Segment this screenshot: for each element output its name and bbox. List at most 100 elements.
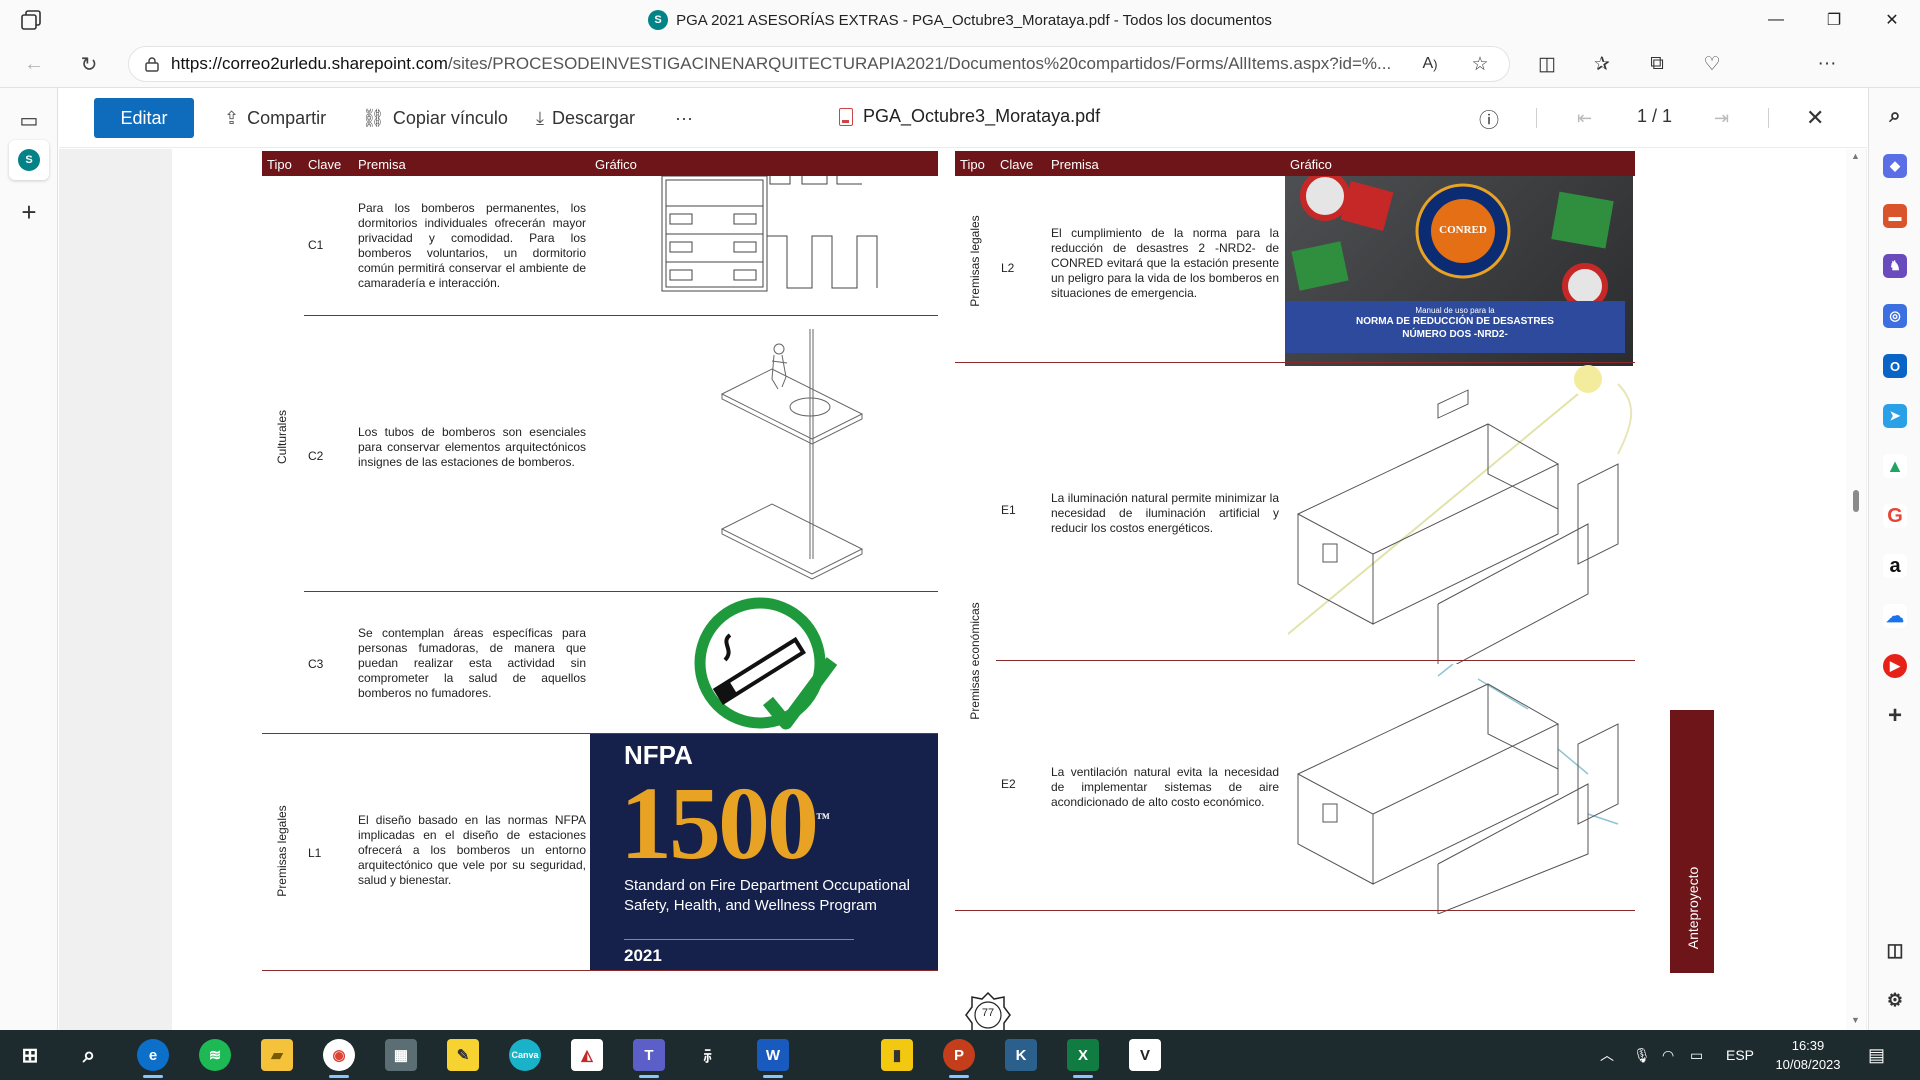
dormitory-plan-graphic — [652, 176, 892, 296]
outlook-icon[interactable]: O — [1883, 354, 1907, 378]
google-drive-icon[interactable]: ▲ — [1883, 454, 1907, 478]
anteproyecto-side-tab: Anteproyecto — [1670, 710, 1714, 973]
favorite-star-icon[interactable]: ☆ — [1466, 50, 1494, 78]
premisa-e2: La ventilación natural evita la necesida… — [1051, 765, 1279, 809]
battery-icon[interactable]: ▭ — [1690, 1030, 1703, 1080]
tools-icon[interactable]: ▬ — [1883, 204, 1907, 228]
start-windows-icon[interactable]: ⊞ — [14, 1039, 46, 1071]
v-app-icon[interactable]: V — [1129, 1039, 1161, 1071]
page-indicator: 1 / 1 — [1637, 106, 1673, 126]
back-button[interactable]: ← — [18, 48, 50, 80]
favorites-icon[interactable]: ✰ — [1588, 50, 1616, 78]
premisa-l2: El cumplimiento de la norma para la redu… — [1051, 226, 1279, 300]
new-tab-plus-icon[interactable]: + — [9, 192, 49, 232]
taskbar: ⊞ ⌕ e ≋ ▰ ◉ ▦ ✎ Canva ◭ T ⺬ W ▮ P K X V … — [0, 1030, 1920, 1080]
premisa-c1: Para los bomberos permanentes, los dormi… — [358, 201, 586, 290]
clave-e2: E2 — [1001, 777, 1016, 791]
clave-c1: C1 — [308, 238, 324, 252]
microphone-icon[interactable]: 🎙 — [1633, 1030, 1651, 1080]
download-icon: ⤓ — [536, 107, 544, 128]
url-path: /sites/PROCESODEINVESTIGACINENARQUITECTU… — [447, 54, 1392, 73]
excel-app-icon[interactable]: X — [1067, 1039, 1099, 1078]
calculator-app-icon[interactable]: ▦ — [385, 1039, 417, 1071]
sketchup-app-icon[interactable]: K — [1005, 1039, 1037, 1071]
document-area: Tipo Clave Premisa Gráfico C1 Para los b… — [59, 149, 1867, 1030]
send-icon[interactable]: ➤ — [1883, 404, 1907, 428]
chrome-app-icon[interactable]: ◉ — [323, 1039, 355, 1078]
office-icon[interactable]: ◎ — [1883, 304, 1907, 328]
url-host: https://correo2urledu.sharepoint.com — [171, 54, 448, 73]
sidebar-layout-icon[interactable]: ◫ — [1883, 938, 1907, 962]
tray-chevron-icon[interactable]: ︿ — [1600, 1030, 1614, 1080]
settings-more-icon[interactable]: ··· — [1813, 50, 1841, 78]
paint-app-icon[interactable]: ◭ — [571, 1039, 603, 1071]
browser-essentials-icon[interactable]: ♡ — [1698, 50, 1726, 78]
download-button[interactable]: ⤓ Descargar — [536, 106, 635, 130]
share-button[interactable]: ⇪ Compartir — [224, 106, 326, 130]
maximize-button[interactable]: ❐ — [1806, 0, 1862, 40]
collections-icon[interactable]: ⧉ — [1643, 50, 1671, 78]
sidebar-settings-icon[interactable]: ⚙ — [1883, 988, 1907, 1012]
clave-c2: C2 — [308, 449, 324, 463]
row-divider — [262, 970, 938, 971]
row-divider — [304, 591, 938, 592]
power-bi-icon[interactable]: ▮ — [881, 1039, 913, 1071]
sketch-app-icon[interactable]: ⺬ — [695, 1039, 727, 1071]
powerpoint-app-icon[interactable]: P — [943, 1039, 975, 1078]
premisa-e1: La iluminación natural permite minimizar… — [1051, 491, 1279, 535]
left-table-header: Tipo Clave Premisa Gráfico — [262, 151, 938, 176]
row-divider — [996, 660, 1635, 661]
page-number-badge: 77 — [964, 991, 1012, 1030]
first-page-icon[interactable]: ⇤ — [1577, 106, 1592, 130]
canva-app-icon[interactable]: Canva — [509, 1039, 541, 1071]
more-actions-button[interactable]: ··· — [675, 106, 693, 130]
search-icon[interactable]: ⌕ — [1883, 104, 1907, 128]
link-icon: ⛓ — [362, 107, 385, 128]
teams-app-icon[interactable]: T — [633, 1039, 665, 1078]
natural-lighting-graphic — [1288, 364, 1638, 664]
apple-app-icon[interactable] — [819, 1039, 851, 1071]
premisa-c3: Se contemplan áreas específicas para per… — [358, 626, 586, 700]
split-screen-icon[interactable]: ◫ — [1533, 50, 1561, 78]
row-divider — [304, 315, 938, 316]
title-bar: S PGA 2021 ASESORÍAS EXTRAS - PGA_Octubr… — [0, 0, 1920, 40]
vertical-scrollbar[interactable]: ▲ ▼ — [1846, 149, 1866, 1030]
read-aloud-icon[interactable]: A) — [1416, 50, 1444, 78]
edge-app-icon[interactable]: e — [137, 1039, 169, 1078]
fire-pole-graphic — [712, 329, 892, 599]
spotify-app-icon[interactable]: ≋ — [199, 1039, 231, 1071]
premisa-l1: El diseño basado en las normas NFPA impl… — [358, 813, 586, 887]
tab-panel-icon[interactable]: ▭ — [9, 100, 49, 140]
scroll-thumb[interactable] — [1853, 490, 1859, 512]
refresh-button[interactable]: ↻ — [73, 48, 105, 80]
last-page-icon[interactable]: ⇥ — [1714, 106, 1729, 130]
google-icon[interactable]: G — [1883, 504, 1907, 528]
youtube-icon[interactable]: ▶ — [1883, 654, 1907, 678]
close-viewer-button[interactable]: ✕ — [1806, 105, 1824, 130]
shopping-tag-icon[interactable]: ◆ — [1883, 154, 1907, 178]
sharepoint-tab-icon[interactable]: S — [9, 140, 49, 180]
info-icon[interactable]: ⓘ — [1479, 106, 1499, 132]
address-toolbar: ← ↻ https://correo2urledu.sharepoint.com… — [0, 40, 1920, 119]
amazon-icon[interactable]: a — [1883, 554, 1907, 578]
close-window-button[interactable]: ✕ — [1864, 0, 1920, 40]
edit-button[interactable]: Editar — [94, 98, 194, 138]
minimize-button[interactable]: — — [1748, 0, 1804, 40]
notifications-icon[interactable]: ▤ — [1868, 1030, 1885, 1080]
pdf-viewer-toolbar: Editar ⇪ Compartir ⛓ Copiar vínculo ⤓ Desca… — [59, 88, 1867, 148]
taskbar-search-icon[interactable]: ⌕ — [73, 1039, 105, 1071]
onedrive-icon[interactable]: ☁ — [1883, 604, 1907, 628]
clave-l2: L2 — [1001, 261, 1015, 275]
sticky-notes-icon[interactable]: ✎ — [447, 1039, 479, 1071]
file-explorer-icon[interactable]: ▰ — [261, 1039, 293, 1071]
wifi-icon[interactable]: ◠ — [1662, 1030, 1674, 1080]
games-icon[interactable]: ♞ — [1883, 254, 1907, 278]
pdf-page: Tipo Clave Premisa Gráfico C1 Para los b… — [172, 149, 1852, 1030]
word-app-icon[interactable]: W — [757, 1039, 789, 1078]
tipo-culturales: Culturales — [275, 409, 289, 465]
address-input[interactable]: https://correo2urledu.sharepoint.com/sit… — [128, 46, 1510, 82]
add-sidebar-app-icon[interactable]: + — [1883, 702, 1907, 729]
clock[interactable]: 16:39 10/08/2023 — [1768, 1036, 1848, 1074]
copy-link-button[interactable]: ⛓ Copiar vínculo — [362, 106, 508, 130]
language-indicator[interactable]: ESP — [1726, 1030, 1754, 1080]
